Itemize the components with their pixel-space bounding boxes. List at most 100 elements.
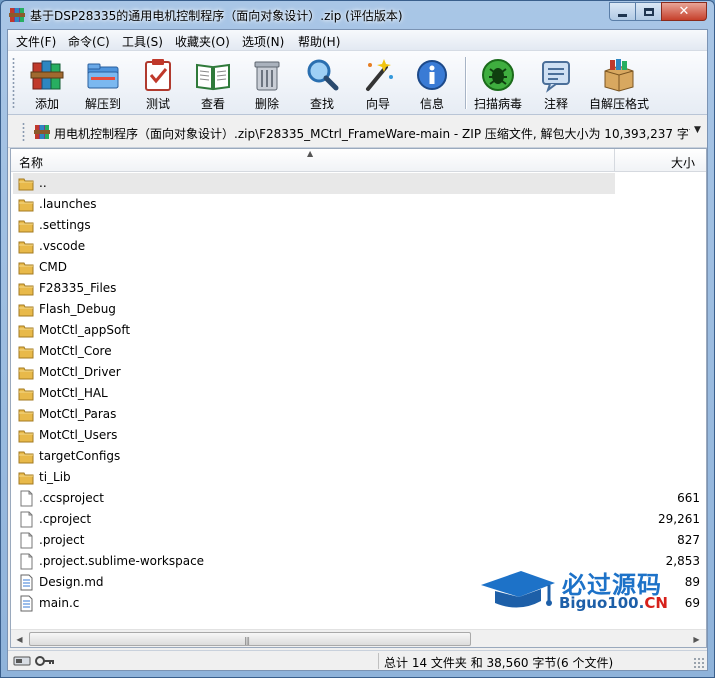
file-name: MotCtl_appSoft: [39, 323, 131, 337]
folder-icon: [18, 451, 34, 464]
watermark-tld: CN: [644, 594, 668, 612]
sfx-label: 自解压格式: [588, 97, 649, 111]
file-name: ..: [39, 176, 47, 190]
status-separator: [378, 653, 379, 669]
folder-icon: [18, 262, 34, 275]
list-item[interactable]: ..: [11, 173, 706, 194]
name-cell: ti_Lib: [13, 467, 615, 488]
drive-key-icon[interactable]: [12, 654, 56, 668]
extract-to-button[interactable]: 解压到: [76, 53, 130, 113]
scroll-left-icon[interactable]: ◀: [11, 631, 28, 647]
name-cell: .project: [13, 530, 615, 551]
archive-icon: [34, 125, 50, 139]
parent-folder-icon: [18, 178, 34, 191]
toolbar-separator: [465, 57, 466, 109]
file-name: MotCtl_Users: [39, 428, 118, 442]
wizard-button[interactable]: 向导: [356, 53, 400, 113]
name-cell: F28335_Files: [13, 278, 615, 299]
file-name: Design.md: [39, 575, 104, 589]
scroll-thumb[interactable]: |||: [29, 632, 471, 646]
folder-icon: [18, 241, 34, 254]
menu-file[interactable]: 文件(F): [16, 33, 56, 50]
list-item[interactable]: targetConfigs: [11, 446, 706, 467]
name-cell: MotCtl_Users: [13, 425, 615, 446]
virus-scan-button[interactable]: 扫描病毒: [470, 53, 526, 113]
name-cell: MotCtl_appSoft: [13, 320, 615, 341]
chevron-down-icon[interactable]: ▼: [694, 125, 701, 135]
menu-favorites[interactable]: 收藏夹(O): [175, 33, 230, 50]
name-cell: targetConfigs: [13, 446, 615, 467]
delete-button[interactable]: 删除: [244, 53, 290, 113]
minimize-icon: [618, 13, 627, 17]
list-item[interactable]: MotCtl_Users: [11, 425, 706, 446]
extract-to-label: 解压到: [84, 97, 121, 111]
folder-icon: [18, 367, 34, 380]
toolbar-grip[interactable]: [12, 57, 15, 109]
watermark-domain: Biguo100.: [559, 594, 645, 612]
trash-icon: [254, 61, 280, 91]
list-item[interactable]: Flash_Debug: [11, 299, 706, 320]
comment-button[interactable]: 注释: [536, 53, 576, 113]
test-clipboard-icon: [145, 59, 171, 91]
file-name: .vscode: [39, 239, 86, 253]
menu-bar: 文件(F) 命令(C) 工具(S) 收藏夹(O) 选项(N) 帮助(H): [8, 30, 707, 51]
folder-icon: [18, 388, 34, 401]
name-cell: MotCtl_Driver: [13, 362, 615, 383]
menu-help[interactable]: 帮助(H): [298, 33, 340, 50]
list-item[interactable]: MotCtl_HAL: [11, 383, 706, 404]
column-size-header[interactable]: 大小: [671, 154, 695, 171]
winrar-app-icon[interactable]: [9, 7, 25, 23]
close-button[interactable]: ✕: [661, 2, 707, 21]
list-item[interactable]: F28335_Files: [11, 278, 706, 299]
list-item[interactable]: .project 827: [11, 530, 706, 551]
info-button[interactable]: 信息: [410, 53, 454, 113]
list-item[interactable]: .ccsproject 661: [11, 488, 706, 509]
scroll-right-icon[interactable]: ▶: [688, 631, 705, 647]
list-item[interactable]: MotCtl_Core: [11, 341, 706, 362]
folder-icon: [18, 283, 34, 296]
find-label: 查找: [309, 97, 334, 111]
list-item[interactable]: CMD: [11, 257, 706, 278]
thumb-grip-icon: |||: [244, 636, 250, 645]
file-name: targetConfigs: [39, 449, 121, 463]
find-button[interactable]: 查找: [300, 53, 344, 113]
sfx-button[interactable]: 自解压格式: [584, 53, 654, 113]
list-item[interactable]: .launches: [11, 194, 706, 215]
list-item[interactable]: MotCtl_appSoft: [11, 320, 706, 341]
watermark-subtitle: Biguo100.CN: [559, 594, 668, 612]
view-label: 查看: [200, 97, 225, 111]
address-grip: [22, 122, 25, 142]
list-item[interactable]: MotCtl_Paras: [11, 404, 706, 425]
list-item[interactable]: MotCtl_Driver: [11, 362, 706, 383]
minimize-button[interactable]: [609, 2, 636, 21]
name-cell: ..: [13, 173, 615, 194]
horizontal-scrollbar[interactable]: ◀ ||| ▶: [11, 629, 706, 647]
column-header: 名称 ▲ 大小: [11, 149, 706, 172]
add-button[interactable]: 添加: [22, 53, 72, 113]
virus-scan-icon: [482, 59, 514, 91]
status-bar: 总计 14 文件夹 和 38,560 字节(6 个文件): [8, 650, 707, 670]
delete-label: 删除: [254, 97, 279, 111]
file-name: MotCtl_Paras: [39, 407, 117, 421]
list-item[interactable]: ti_Lib: [11, 467, 706, 488]
view-button[interactable]: 查看: [190, 53, 236, 113]
document-icon: [20, 574, 33, 591]
resize-grip[interactable]: [693, 657, 705, 669]
address-bar[interactable]: 用电机控制程序（面向对象设计）.zip\F28335_MCtrl_FrameWa…: [8, 116, 707, 148]
maximize-button[interactable]: [635, 2, 662, 21]
column-name-header[interactable]: 名称 ▲: [11, 149, 615, 172]
folder-icon: [18, 220, 34, 233]
list-item[interactable]: .settings: [11, 215, 706, 236]
test-button[interactable]: 测试: [136, 53, 180, 113]
menu-options[interactable]: 选项(N): [242, 33, 284, 50]
file-name: MotCtl_HAL: [39, 386, 108, 400]
virus-scan-label: 扫描病毒: [473, 97, 522, 111]
menu-tools[interactable]: 工具(S): [122, 33, 163, 50]
list-item[interactable]: .vscode: [11, 236, 706, 257]
file-size: 29,261: [658, 512, 700, 526]
name-cell: Flash_Debug: [13, 299, 615, 320]
address-path[interactable]: 用电机控制程序（面向对象设计）.zip\F28335_MCtrl_FrameWa…: [54, 125, 690, 142]
list-item[interactable]: .cproject 29,261: [11, 509, 706, 530]
title-bar[interactable]: 基于DSP28335的通用电机控制程序（面向对象设计）.zip (评估版本) ✕: [1, 1, 714, 29]
menu-command[interactable]: 命令(C): [68, 33, 110, 50]
